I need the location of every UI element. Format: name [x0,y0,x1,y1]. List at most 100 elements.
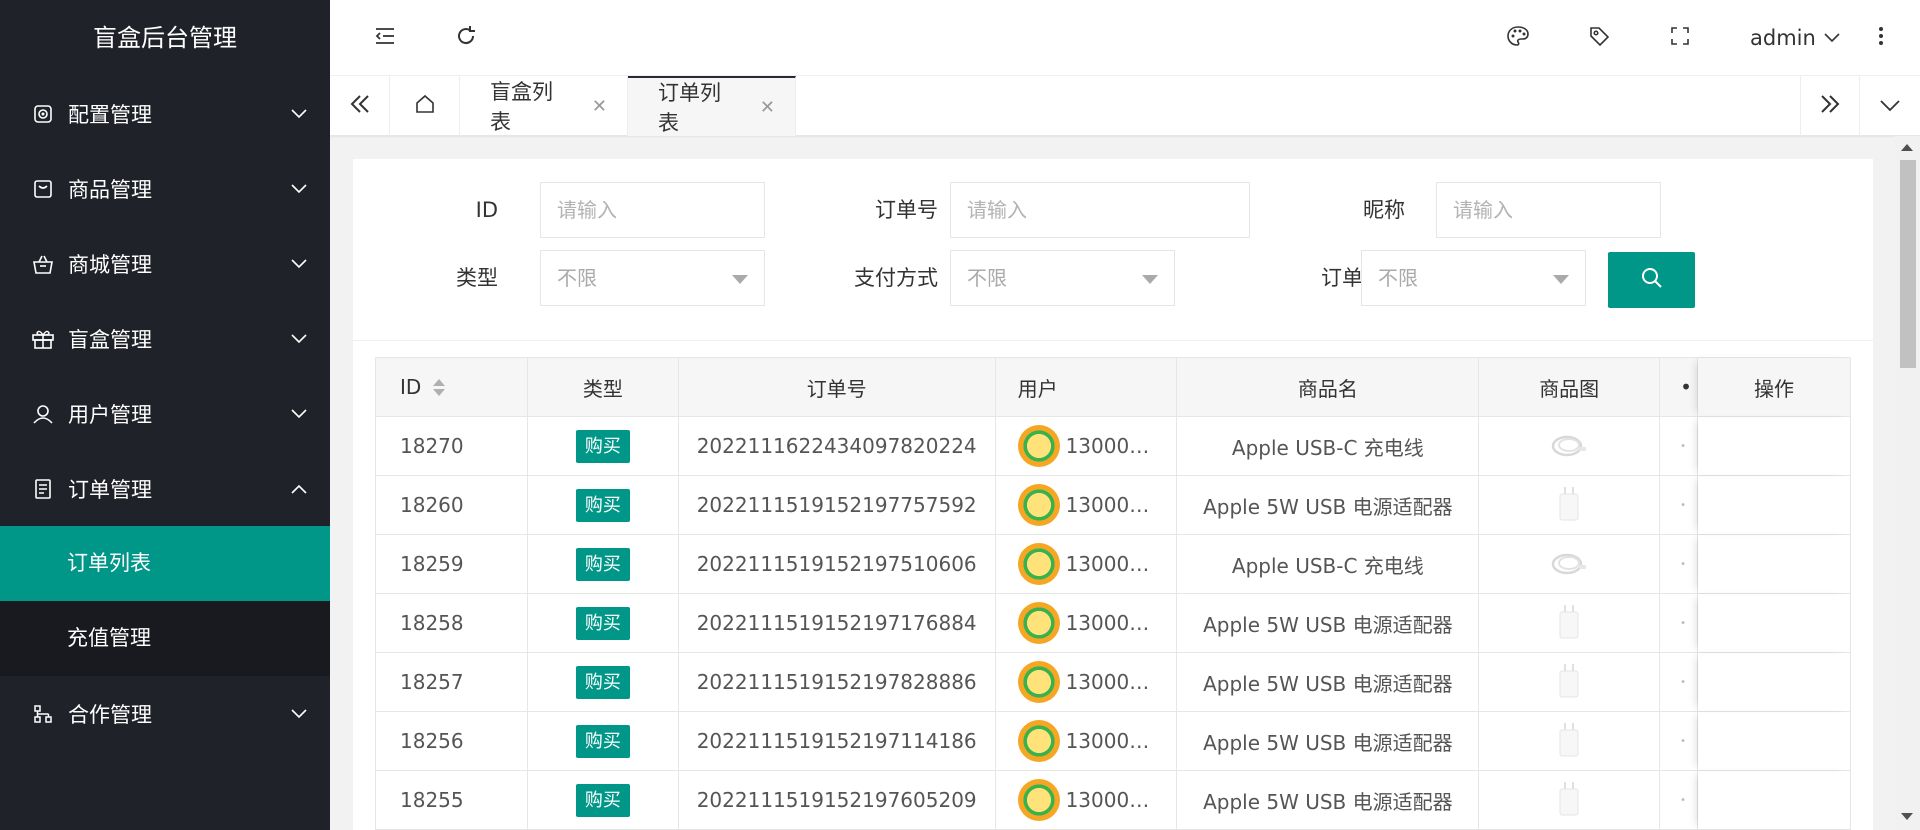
user-name: 13000… [1065,729,1150,753]
cell-user: 13000… [996,653,1178,711]
cell-order-no: 2022111519152197114186 [679,712,996,770]
search-icon [1640,266,1664,295]
cell-operation [1698,771,1851,829]
tag-button[interactable] [1579,18,1619,58]
cell-goods: Apple 5W USB 电源适配器 [1177,771,1480,829]
cell-user: 13000… [996,535,1178,593]
user-name: 13000… [1065,611,1150,635]
fullscreen-icon [1670,26,1690,51]
order-no-input[interactable] [950,182,1250,238]
refresh-button[interactable] [446,18,486,58]
cell-id: 18270 [376,417,528,475]
type-badge: 购买 [575,429,630,463]
cell-order-no: 2022111519152197510606 [679,535,996,593]
table-body: 18270 购买 2022111622434097820224 13000… Apple… [376,417,1851,830]
cell-hidden: • [1660,712,1699,770]
cell-image [1479,653,1661,711]
type-select-value: 不限 [557,266,597,290]
type-badge: 购买 [575,547,630,581]
table-row: 18258 购买 2022111519152197176884 13000… Apple… [376,594,1851,653]
sidebar-item-label: 商品管理 [68,177,152,202]
status-select-value: 不限 [1378,266,1418,290]
filter-order-no-label: 订单号 [875,198,938,222]
cell-id: 18258 [376,594,528,652]
double-chevron-right-icon [1819,94,1841,119]
menu-fold-button[interactable] [365,18,405,58]
sidebar-subitem-recharge[interactable]: 充值管理 [0,601,330,676]
table-row: 18256 购买 2022111519152197114186 13000… Apple… [376,712,1851,771]
user-name: 13000… [1065,552,1150,576]
cable-thumbnail[interactable] [1547,426,1591,466]
filter-nickname-label: 昵称 [1363,198,1405,222]
adapter-thumbnail[interactable] [1547,485,1591,525]
adapter-thumbnail[interactable] [1547,603,1591,643]
settings-icon [30,101,56,127]
scroll-down-arrow-icon[interactable] [1901,813,1913,820]
menu-fold-icon [374,26,396,51]
cell-id: 18259 [376,535,528,593]
pay-select[interactable]: 不限 [950,250,1175,306]
caret-down-icon [1142,275,1158,284]
id-input[interactable] [540,182,765,238]
cell-goods: Apple 5W USB 电源适配器 [1177,476,1480,534]
sidebar-item-users[interactable]: 用户管理 [0,376,330,451]
more-button[interactable] [1861,18,1901,58]
basket-icon [30,251,56,277]
tabs-scroll-right[interactable] [1800,76,1860,136]
sidebar-item-mall[interactable]: 商城管理 [0,226,330,301]
search-button[interactable] [1608,252,1695,308]
type-select[interactable]: 不限 [540,250,765,306]
chevron-down-icon [288,253,310,275]
adapter-thumbnail[interactable] [1547,721,1591,761]
theme-button[interactable] [1498,18,1538,58]
type-badge: 购买 [575,606,630,640]
sidebar-subitem-order-list[interactable]: 订单列表 [0,526,330,601]
avatar [1017,484,1060,526]
chevron-down-icon [288,328,310,350]
sidebar-item-config[interactable]: 配置管理 [0,76,330,151]
user-name: 13000… [1065,493,1150,517]
adapter-thumbnail[interactable] [1547,780,1591,820]
tab-blindbox-list[interactable]: 盲盒列表 ✕ [460,76,628,136]
cell-type: 购买 [528,417,679,475]
cell-image [1479,712,1661,770]
tabs-dropdown[interactable] [1860,76,1920,136]
sidebar-item-label: 用户管理 [68,402,152,427]
sidebar-item-cooperation[interactable]: 合作管理 [0,676,330,751]
sidebar-item-blindbox[interactable]: 盲盒管理 [0,301,330,376]
avatar [1017,720,1060,762]
th-id-label: ID [400,375,422,399]
table-row: 18260 购买 2022111519152197757592 13000… Apple… [376,476,1851,535]
tabs-bar: 盲盒列表 ✕ 订单列表 ✕ [330,76,1920,136]
th-id[interactable]: ID [376,358,528,416]
scroll-thumb[interactable] [1900,160,1916,368]
filter-type-label: 类型 [456,266,498,290]
chevron-down-icon [288,403,310,425]
tab-home[interactable] [390,76,460,136]
cell-user: 13000… [996,417,1178,475]
tab-order-list[interactable]: 订单列表 ✕ [628,76,796,136]
cell-image [1479,417,1661,475]
adapter-thumbnail[interactable] [1547,662,1591,702]
cable-thumbnail[interactable] [1547,544,1591,584]
document-icon [30,476,56,502]
caret-down-icon [1553,275,1569,284]
close-icon[interactable]: ✕ [760,97,775,118]
cell-goods: Apple USB-C 充电线 [1177,535,1480,593]
th-goods: 商品名 [1177,358,1480,416]
fullscreen-button[interactable] [1660,18,1700,58]
page-scrollbar[interactable] [1895,136,1920,830]
tabs-scroll-left[interactable] [330,76,390,136]
sidebar-item-orders[interactable]: 订单管理 [0,451,330,526]
cell-order-no: 2022111622434097820224 [679,417,996,475]
cell-goods: Apple 5W USB 电源适配器 [1177,594,1480,652]
close-icon[interactable]: ✕ [592,96,607,117]
sidebar-item-goods[interactable]: 商品管理 [0,151,330,226]
cell-order-no: 2022111519152197828886 [679,653,996,711]
scroll-up-arrow-icon[interactable] [1901,144,1913,151]
sort-icon[interactable] [433,378,446,396]
nickname-input[interactable] [1436,182,1661,238]
status-select[interactable]: 不限 [1361,250,1586,306]
user-menu[interactable]: admin [1750,0,1840,76]
sidebar-item-label: 商城管理 [68,252,152,277]
